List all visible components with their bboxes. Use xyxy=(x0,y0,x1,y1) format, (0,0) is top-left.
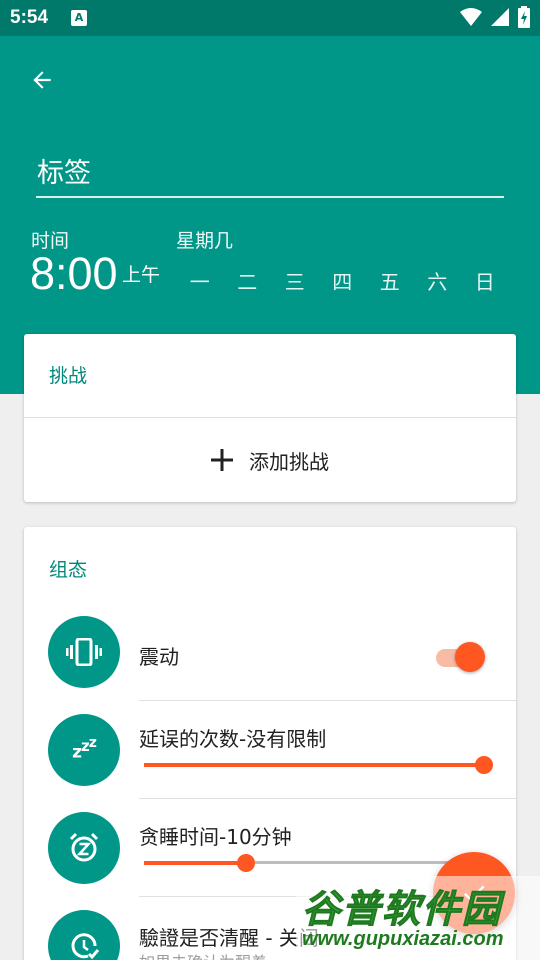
snooze-zzz-icon: zzz xyxy=(48,714,120,786)
watermark-url: www.gupuxiazai.com xyxy=(302,928,504,950)
back-button[interactable] xyxy=(22,60,62,100)
day-toggle-thu[interactable]: 四 xyxy=(319,266,367,298)
challenge-card-title: 挑战 xyxy=(49,365,88,387)
plus-icon xyxy=(211,449,233,471)
slider-fill xyxy=(144,763,484,767)
add-challenge-label: 添加挑战 xyxy=(249,449,329,474)
alarm-label-input[interactable]: 标签 xyxy=(36,150,504,198)
day-toggle-sun[interactable]: 日 xyxy=(461,266,509,298)
snooze-alarm-icon xyxy=(48,812,120,884)
slider-thumb[interactable] xyxy=(475,756,493,774)
slider-thumb[interactable] xyxy=(237,854,255,872)
day-toggle-wed[interactable]: 三 xyxy=(271,266,319,298)
verify-clock-icon xyxy=(48,910,120,960)
alarm-time[interactable]: 8:00 xyxy=(30,248,118,300)
switch-thumb xyxy=(455,642,485,672)
watermark-cn: 谷普软件园 xyxy=(301,887,503,932)
settings-card-title: 组态 xyxy=(49,559,88,581)
vibrate-label: 震动 xyxy=(139,645,179,669)
snooze-count-slider[interactable] xyxy=(144,753,493,777)
day-toggle-sat[interactable]: 六 xyxy=(414,266,462,298)
day-toggle-fri[interactable]: 五 xyxy=(366,266,414,298)
status-time: 5:54 xyxy=(10,7,49,28)
watermark: 谷普软件园 www.gupuxiazai.com xyxy=(296,876,540,960)
battery-icon xyxy=(518,6,530,28)
signal-icon xyxy=(491,8,509,26)
arrow-back-icon xyxy=(33,71,51,89)
snooze-time-label: 贪睡时间-10分钟 xyxy=(139,825,292,849)
weekday-selector: 一 二 三 四 五 六 日 xyxy=(176,266,509,298)
verify-awake-label: 驗證是否清醒 - 关闭 xyxy=(139,926,319,950)
row-divider xyxy=(139,798,516,799)
add-challenge-button[interactable]: 添加挑战 xyxy=(24,418,516,502)
status-icons xyxy=(460,6,530,28)
wifi-icon xyxy=(460,8,482,26)
verify-awake-sub: 如果未确认为醒着 xyxy=(139,949,267,960)
am-pm-indicator[interactable]: 上午 xyxy=(122,260,160,287)
slider-fill xyxy=(144,861,246,865)
day-toggle-mon[interactable]: 一 xyxy=(176,266,224,298)
vibrate-icon xyxy=(48,616,120,688)
day-toggle-tue[interactable]: 二 xyxy=(224,266,272,298)
snooze-time-slider[interactable] xyxy=(144,851,484,875)
row-divider xyxy=(139,700,516,701)
snooze-count-label: 延误的次数-没有限制 xyxy=(139,727,327,751)
notification-icon: A xyxy=(71,10,87,26)
vibrate-switch[interactable] xyxy=(436,639,488,675)
status-bar: 5:54 A xyxy=(0,0,540,36)
challenge-card: 挑战 添加挑战 xyxy=(24,334,516,502)
weekday-caption: 星期几 xyxy=(176,230,234,252)
